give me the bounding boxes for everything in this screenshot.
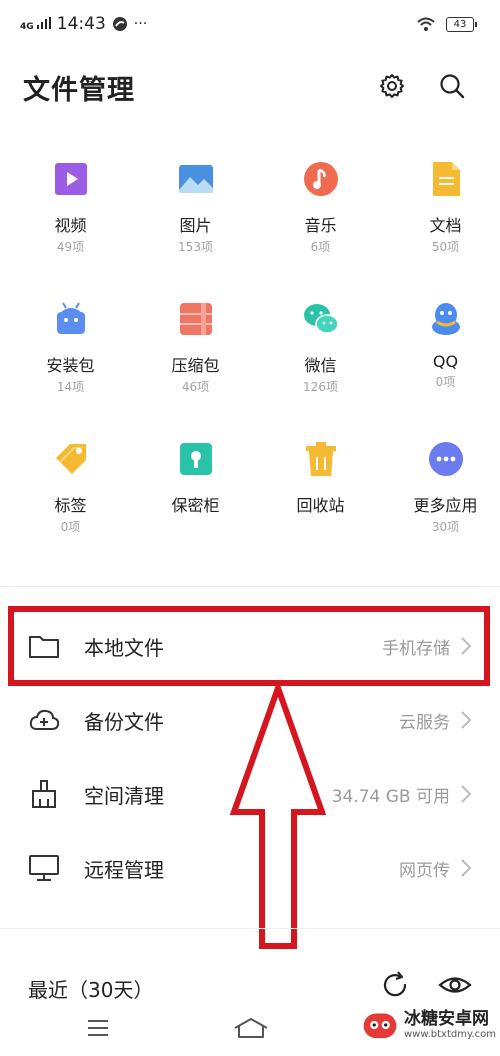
category-music[interactable]: 音乐 6项 (258, 160, 383, 280)
annotation-arrow (230, 684, 327, 949)
row-label: 空间清理 (84, 784, 164, 808)
music-icon (302, 160, 340, 202)
network-type: 4G (20, 22, 34, 32)
category-more[interactable]: 更多应用 30项 (383, 440, 500, 560)
watermark-name: 冰糖安卓网 (403, 1009, 489, 1030)
app-status-icon (112, 17, 127, 31)
page-title: 文件管理 (23, 75, 135, 106)
image-icon (177, 160, 215, 202)
category-count: 46项 (181, 380, 210, 394)
category-video[interactable]: 视频 49项 (8, 160, 133, 280)
category-label: 标签 (54, 496, 87, 515)
tag-icon (52, 440, 90, 482)
category-label: 音乐 (304, 216, 337, 235)
status-bar: 4G 14:43 ··· 43 (0, 8, 500, 36)
settings-button[interactable] (372, 66, 412, 106)
category-label: 视频 (54, 216, 87, 235)
watermark: 冰糖安卓网 www.btxtdmy.com (362, 1000, 496, 1050)
category-count: 50项 (431, 240, 460, 254)
category-image[interactable]: 图片 153项 (133, 160, 258, 280)
home-icon[interactable] (232, 1016, 270, 1040)
category-document[interactable]: 文档 50项 (383, 160, 500, 280)
qq-icon (427, 300, 465, 342)
battery-level: 43 (453, 18, 467, 30)
category-label: 压缩包 (171, 356, 220, 375)
chevron-right-icon (461, 711, 472, 729)
category-label: 安装包 (46, 356, 95, 375)
cloud-icon (28, 706, 60, 734)
category-android[interactable]: 安装包 14项 (8, 300, 133, 420)
row-label: 备份文件 (84, 710, 164, 734)
category-count: 14项 (56, 380, 85, 394)
category-label: QQ (432, 352, 459, 371)
search-button[interactable] (432, 66, 472, 106)
category-tag[interactable]: 标签 0项 (8, 440, 133, 560)
status-time: 14:43 (56, 14, 106, 34)
refresh-button[interactable] (378, 968, 412, 1002)
gear-icon (380, 74, 404, 98)
chevron-right-icon (461, 859, 472, 877)
highlight-box (8, 606, 490, 686)
more-icon (427, 440, 465, 482)
category-count: 0项 (435, 375, 456, 389)
category-qq[interactable]: QQ 0项 (383, 300, 500, 420)
category-label: 回收站 (296, 496, 345, 515)
category-count: 30项 (431, 520, 460, 534)
search-icon (440, 74, 465, 99)
category-wechat[interactable]: 微信 126项 (258, 300, 383, 420)
broom-icon (28, 780, 60, 808)
chevron-right-icon (461, 785, 472, 803)
category-count: 126项 (303, 380, 338, 394)
divider (0, 928, 500, 929)
monitor-icon (28, 854, 60, 882)
wifi-icon (417, 17, 435, 31)
refresh-icon (383, 971, 407, 997)
network-icon: 4G (20, 17, 51, 32)
category-label: 保密柜 (171, 496, 220, 515)
category-count: 0项 (60, 520, 81, 534)
category-safe[interactable]: 保密柜 (133, 440, 258, 560)
row-value: 云服务 (399, 713, 450, 733)
watermark-url: www.btxtdmy.com (403, 1028, 496, 1040)
category-label: 微信 (304, 356, 337, 375)
eye-icon (438, 977, 472, 993)
recent-title: 最近（30天） (28, 978, 154, 1002)
status-more: ··· (133, 16, 148, 32)
category-trash[interactable]: 回收站 (258, 440, 383, 560)
video-icon (52, 160, 90, 202)
menu-icon[interactable] (86, 1018, 110, 1038)
category-count: 6项 (310, 240, 331, 254)
category-label: 更多应用 (413, 496, 478, 515)
row-label: 远程管理 (84, 858, 164, 882)
signal-bars-icon (36, 17, 51, 29)
watermark-logo-icon (363, 1013, 397, 1039)
row-value: 34.74 GB 可用 (331, 787, 450, 807)
category-count: 153项 (178, 240, 213, 254)
trash-icon (302, 440, 340, 482)
android-icon (52, 300, 90, 342)
category-label: 图片 (179, 216, 212, 235)
archive-icon (177, 300, 215, 342)
safe-icon (177, 440, 215, 482)
category-archive[interactable]: 压缩包 46项 (133, 300, 258, 420)
row-value: 网页传 (399, 861, 450, 881)
visibility-button[interactable] (436, 968, 474, 1002)
battery-icon: 43 (446, 16, 477, 32)
document-icon (427, 160, 465, 202)
category-count: 49项 (56, 240, 85, 254)
wechat-icon (302, 300, 340, 342)
divider (0, 586, 500, 587)
category-label: 文档 (429, 216, 462, 235)
